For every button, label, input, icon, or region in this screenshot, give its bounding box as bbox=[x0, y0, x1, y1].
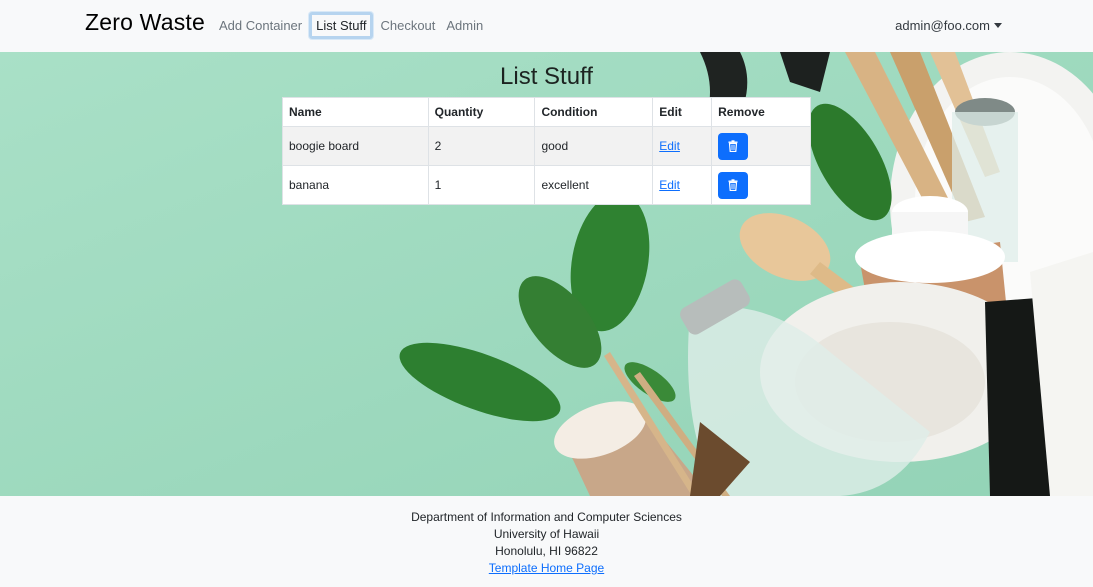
cell-quantity: 2 bbox=[427, 126, 536, 166]
edit-link[interactable]: Edit bbox=[659, 139, 680, 153]
footer-department: Department of Information and Computer S… bbox=[411, 510, 682, 524]
header-remove: Remove bbox=[711, 97, 811, 127]
header-edit: Edit bbox=[652, 97, 713, 127]
page-title: List Stuff bbox=[500, 63, 593, 90]
header-quantity: Quantity bbox=[427, 97, 536, 127]
cell-remove bbox=[711, 126, 811, 166]
cell-edit: Edit bbox=[652, 126, 713, 166]
brand-title[interactable]: Zero Waste bbox=[85, 9, 205, 36]
remove-button[interactable] bbox=[718, 132, 749, 160]
cell-name: boogie board bbox=[282, 126, 429, 166]
nav-link-admin[interactable]: Admin bbox=[442, 12, 487, 39]
trash-icon bbox=[728, 179, 738, 191]
template-home-link[interactable]: Template Home Page bbox=[489, 561, 604, 575]
nav-link-add-container[interactable]: Add Container bbox=[215, 12, 306, 39]
user-dropdown[interactable]: admin@foo.com bbox=[895, 18, 1002, 33]
stuff-table: Name Quantity Condition Edit Remove boog… bbox=[282, 97, 811, 205]
hero-background: List Stuff Name Quantity Condition Edit … bbox=[0, 52, 1093, 496]
table-header-row: Name Quantity Condition Edit Remove bbox=[282, 97, 811, 127]
edit-link[interactable]: Edit bbox=[659, 178, 680, 192]
header-name: Name bbox=[282, 97, 429, 127]
remove-button[interactable] bbox=[718, 171, 749, 199]
nav-links: Add Container List Stuff Checkout Admin bbox=[215, 12, 490, 39]
footer: Department of Information and Computer S… bbox=[0, 496, 1093, 587]
nav-link-list-stuff[interactable]: List Stuff bbox=[309, 12, 374, 39]
table-row: boogie board 2 good Edit bbox=[282, 126, 811, 166]
cell-quantity: 1 bbox=[427, 165, 536, 205]
nav-link-checkout[interactable]: Checkout bbox=[376, 12, 439, 39]
cell-edit: Edit bbox=[652, 165, 713, 205]
footer-university: University of Hawaii bbox=[493, 527, 600, 541]
footer-address: Honolulu, HI 96822 bbox=[495, 544, 598, 558]
cell-name: banana bbox=[282, 165, 429, 205]
cell-condition: good bbox=[534, 126, 654, 166]
cell-remove bbox=[711, 165, 811, 205]
cell-condition: excellent bbox=[534, 165, 654, 205]
caret-down-icon bbox=[994, 23, 1002, 28]
trash-icon bbox=[728, 140, 738, 152]
navbar: Zero Waste Add Container List Stuff Chec… bbox=[0, 0, 1093, 52]
user-email: admin@foo.com bbox=[895, 18, 990, 33]
table-row: banana 1 excellent Edit bbox=[282, 165, 811, 205]
header-condition: Condition bbox=[534, 97, 654, 127]
